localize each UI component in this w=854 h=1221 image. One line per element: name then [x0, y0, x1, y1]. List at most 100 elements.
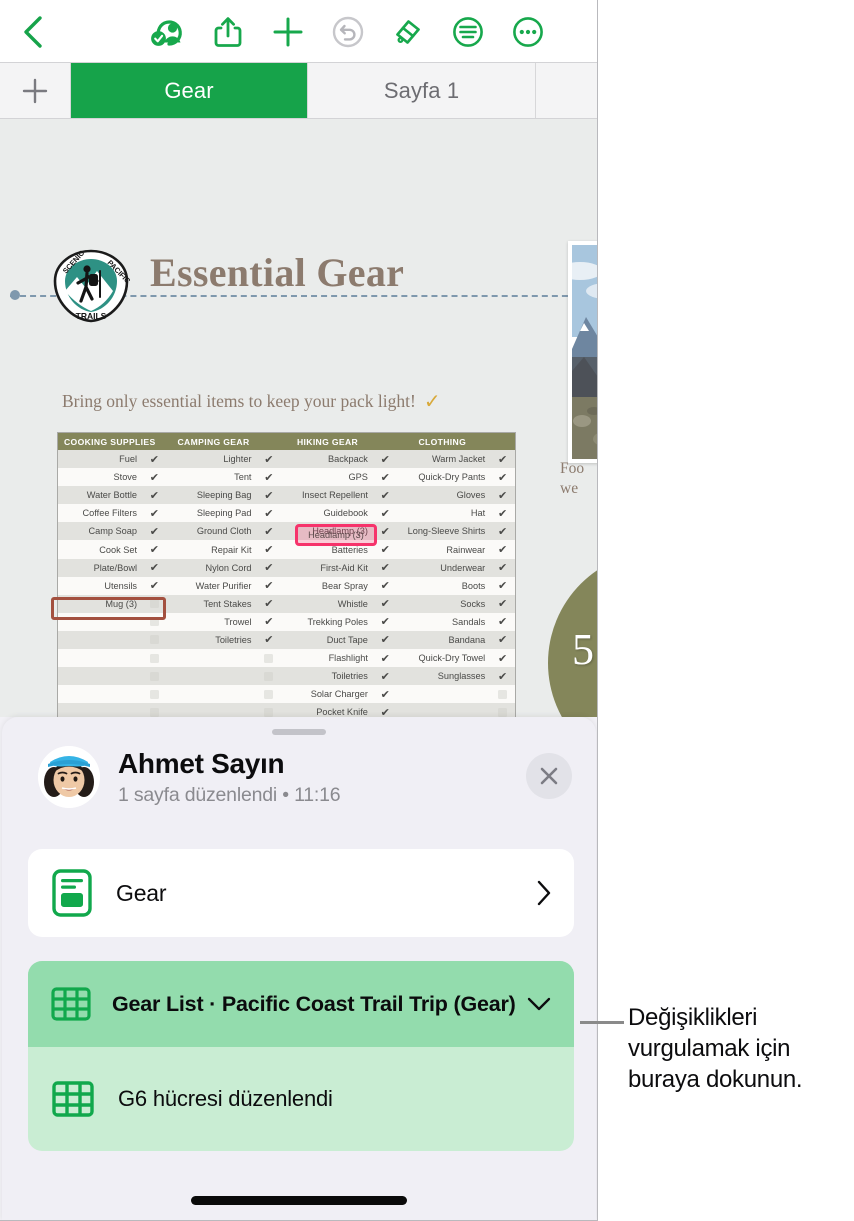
document-options-button[interactable] — [438, 8, 498, 56]
table-cell-label[interactable]: Stove — [58, 468, 142, 486]
table-cell-checkbox[interactable]: ✔ — [490, 540, 515, 558]
table-cell-label[interactable]: Bandana — [398, 631, 491, 649]
table-cell-checkbox[interactable] — [142, 703, 167, 717]
table-cell-checkbox[interactable]: ✔ — [373, 649, 398, 667]
table-cell-label[interactable] — [58, 649, 142, 667]
table-cell-label[interactable]: Quick-Dry Towel — [398, 649, 491, 667]
table-cell-checkbox[interactable]: ✔ — [373, 667, 398, 685]
table-cell-checkbox[interactable] — [490, 703, 515, 717]
alignment-guide-handle[interactable] — [10, 290, 20, 300]
table-cell-checkbox[interactable]: ✔ — [142, 468, 167, 486]
table-cell-checkbox[interactable]: ✔ — [373, 685, 398, 703]
table-cell-label[interactable]: Bear Spray — [281, 577, 373, 595]
table-cell-checkbox[interactable]: ✔ — [142, 559, 167, 577]
chevron-right-icon[interactable] — [536, 879, 552, 907]
table-cell-label[interactable]: Duct Tape — [281, 631, 373, 649]
table-cell-label[interactable] — [58, 631, 142, 649]
table-cell-checkbox[interactable]: ✔ — [490, 613, 515, 631]
table-cell-checkbox[interactable]: ✔ — [490, 631, 515, 649]
table-cell-label[interactable]: Sleeping Bag — [167, 486, 257, 504]
table-row[interactable]: Utensils ✔ Water Purifier ✔ Bear Spray ✔ Boots… — [58, 576, 515, 595]
table-row[interactable]: Solar Charger ✔ — [58, 685, 515, 704]
table-row[interactable]: Plate/Bowl ✔ Nylon Cord ✔ First-Aid Kit ✔ Unde… — [58, 558, 515, 577]
document-subtitle[interactable]: Bring only essential items to keep your … — [62, 389, 441, 413]
gear-table[interactable]: COOKING SUPPLIES CAMPING GEAR HIKING GEA… — [57, 432, 516, 717]
table-cell-label[interactable]: Rainwear — [398, 540, 491, 558]
table-cell-label[interactable] — [167, 667, 257, 685]
table-cell-label[interactable]: Warm Jacket — [398, 450, 491, 468]
table-cell-checkbox[interactable] — [257, 667, 282, 685]
table-row[interactable]: Mug (3) Tent Stakes ✔ Whistle ✔ Socks ✔ — [58, 594, 515, 613]
collaborate-button[interactable] — [138, 8, 198, 56]
tab-gear[interactable]: Gear — [71, 63, 308, 118]
table-cell-label[interactable]: Guidebook — [281, 504, 373, 522]
table-cell-label[interactable]: Tent — [167, 468, 257, 486]
table-cell-checkbox[interactable]: ✔ — [257, 504, 282, 522]
table-cell-checkbox[interactable] — [142, 667, 167, 685]
table-cell-label[interactable] — [58, 667, 142, 685]
table-cell-checkbox[interactable]: ✔ — [373, 577, 398, 595]
table-cell-checkbox[interactable]: ✔ — [142, 450, 167, 468]
table-cell-checkbox[interactable]: ✔ — [142, 540, 167, 558]
table-cell-label[interactable]: Insect Repellent — [281, 486, 373, 504]
table-cell-checkbox[interactable]: ✔ — [373, 559, 398, 577]
table-cell-checkbox[interactable] — [142, 613, 167, 631]
table-cell-label[interactable]: Water Purifier — [167, 577, 257, 595]
table-cell-label[interactable]: Solar Charger — [281, 685, 373, 703]
table-cell-label[interactable]: Toiletries — [281, 667, 373, 685]
table-cell-label[interactable]: Camp Soap — [58, 522, 142, 540]
table-cell-checkbox[interactable]: ✔ — [490, 450, 515, 468]
table-cell-checkbox[interactable] — [257, 685, 282, 703]
document-title[interactable]: Essential Gear — [150, 249, 404, 296]
table-cell-label[interactable]: Utensils — [58, 577, 142, 595]
table-cell-label[interactable]: Water Bottle — [58, 486, 142, 504]
tab-sayfa-1[interactable]: Sayfa 1 — [308, 63, 536, 118]
table-cell-checkbox[interactable]: ✔ — [373, 522, 398, 540]
table-cell-checkbox[interactable]: ✔ — [257, 468, 282, 486]
table-cell-label[interactable]: Toiletries — [167, 631, 257, 649]
table-row[interactable]: Stove ✔ Tent ✔ GPS ✔ Quick-Dry Pants ✔ — [58, 468, 515, 487]
table-row[interactable]: Fuel ✔ Lighter ✔ Backpack ✔ Warm Jacket ✔ — [58, 450, 515, 469]
table-cell-label[interactable]: Headlamp (3) — [281, 522, 373, 540]
table-cell-checkbox[interactable]: ✔ — [373, 450, 398, 468]
table-cell-label[interactable]: Pocket Knife — [281, 703, 373, 717]
table-cell-label[interactable] — [58, 685, 142, 703]
table-cell-label[interactable] — [58, 703, 142, 717]
document-canvas[interactable]: TRAILS SCENIC PACIFIC Essential Gear Bri… — [0, 119, 597, 717]
table-cell-checkbox[interactable]: ✔ — [257, 595, 282, 613]
table-cell-checkbox[interactable] — [490, 685, 515, 703]
table-cell-checkbox[interactable]: ✔ — [257, 559, 282, 577]
table-cell-checkbox[interactable]: ✔ — [142, 577, 167, 595]
home-indicator[interactable] — [191, 1196, 407, 1205]
table-cell-label[interactable]: Nylon Cord — [167, 559, 257, 577]
table-cell-checkbox[interactable]: ✔ — [490, 504, 515, 522]
table-cell-checkbox[interactable] — [257, 703, 282, 717]
table-cell-label[interactable]: Hat — [398, 504, 491, 522]
add-sheet-button[interactable] — [0, 63, 71, 118]
table-cell-checkbox[interactable]: ✔ — [490, 649, 515, 667]
table-cell-label[interactable]: Ground Cloth — [167, 522, 257, 540]
sheet-grabber[interactable] — [272, 729, 326, 735]
table-cell-label[interactable] — [167, 649, 257, 667]
table-cell-checkbox[interactable]: ✔ — [373, 631, 398, 649]
activity-card-header[interactable]: Gear List · Pacific Coast Trail Trip (Ge… — [28, 961, 574, 1047]
table-cell-label[interactable]: Tent Stakes — [167, 595, 257, 613]
table-cell-label[interactable]: Flashlight — [281, 649, 373, 667]
table-row[interactable]: Water Bottle ✔ Sleeping Bag ✔ Insect Repelle… — [58, 486, 515, 505]
table-cell-label[interactable]: Fuel — [58, 450, 142, 468]
table-cell-checkbox[interactable] — [142, 685, 167, 703]
table-cell-checkbox[interactable] — [142, 649, 167, 667]
table-row[interactable]: Flashlight ✔ Quick-Dry Towel ✔ — [58, 649, 515, 668]
share-button[interactable] — [198, 8, 258, 56]
table-cell-label[interactable]: Underwear — [398, 559, 491, 577]
table-cell-checkbox[interactable]: ✔ — [142, 522, 167, 540]
table-cell-checkbox[interactable]: ✔ — [490, 559, 515, 577]
more-button[interactable] — [498, 8, 558, 56]
table-cell-checkbox[interactable]: ✔ — [373, 486, 398, 504]
table-row[interactable]: Cook Set ✔ Repair Kit ✔ Batteries ✔ Rainwear ✔ — [58, 540, 515, 559]
table-cell-label[interactable] — [167, 685, 257, 703]
table-cell-label[interactable]: Coffee Filters — [58, 504, 142, 522]
table-row[interactable]: Toiletries ✔ Sunglasses ✔ — [58, 667, 515, 686]
table-cell-checkbox[interactable]: ✔ — [490, 667, 515, 685]
back-button[interactable] — [12, 12, 52, 52]
